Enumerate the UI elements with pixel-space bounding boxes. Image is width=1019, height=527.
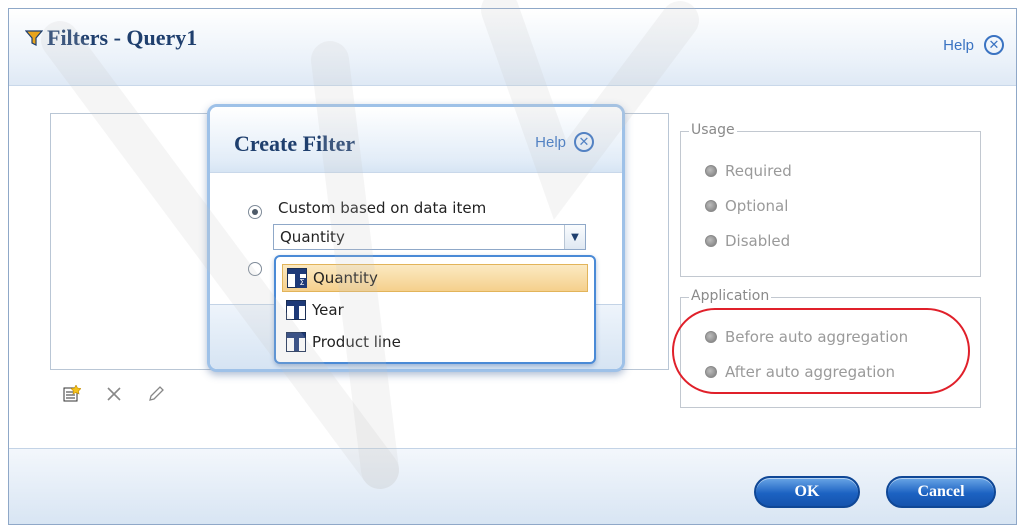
dropdown-item-label: Product line (312, 333, 401, 351)
usage-optional-option: Optional (705, 197, 788, 215)
measure-icon: Σ (287, 268, 307, 288)
dropdown-item-quantity[interactable]: Σ Quantity (282, 264, 588, 292)
dropdown-item-label: Quantity (313, 269, 378, 287)
ok-button[interactable]: OK (754, 476, 860, 508)
usage-group: Usage Required Optional Disabled (680, 122, 981, 277)
close-icon[interactable]: ✕ (984, 35, 1004, 55)
dropdown-item-year[interactable]: Year (282, 296, 588, 324)
cancel-button[interactable]: Cancel (886, 476, 996, 508)
data-item-select[interactable]: Quantity ▼ (273, 224, 586, 250)
column-icon (286, 332, 306, 352)
help-link[interactable]: Help (943, 37, 974, 54)
highlight-oval (672, 308, 970, 394)
filters-dialog-footer (9, 448, 1016, 524)
data-item-select-value: Quantity (280, 228, 345, 246)
filters-dialog-title: Filters - Query1 (47, 25, 198, 50)
custom-based-label: Custom based on data item (278, 199, 487, 217)
required-radio (705, 165, 717, 177)
other-filter-radio[interactable] (248, 262, 262, 276)
optional-radio (705, 200, 717, 212)
disabled-radio (705, 235, 717, 247)
dropdown-item-product-line[interactable]: Product line (282, 328, 588, 356)
usage-disabled-option: Disabled (705, 232, 790, 250)
chevron-down-icon[interactable]: ▼ (564, 225, 585, 249)
delete-icon[interactable] (104, 384, 124, 404)
filter-icon (25, 30, 43, 46)
dropdown-item-label: Year (312, 301, 344, 319)
filters-toolbar (62, 384, 166, 404)
close-icon[interactable]: ✕ (574, 132, 594, 152)
create-filter-title: Create Filter (234, 131, 356, 156)
new-filter-icon[interactable] (62, 384, 82, 404)
usage-optional-label: Optional (725, 197, 789, 215)
create-filter-help-link[interactable]: Help (535, 134, 566, 151)
create-filter-help-group: Help ✕ (535, 132, 594, 152)
filters-dialog-title-wrap: Filters - Query1 (25, 25, 197, 51)
create-filter-header: Create Filter Help ✕ (210, 107, 622, 173)
data-item-dropdown: Σ Quantity Year Product line (274, 255, 596, 364)
custom-radio[interactable] (248, 205, 262, 219)
edit-icon[interactable] (146, 384, 166, 404)
usage-required-label: Required (725, 162, 792, 180)
filters-dialog-header: Filters - Query1 Help ✕ (9, 9, 1016, 86)
usage-required-option: Required (705, 162, 792, 180)
usage-legend: Usage (689, 122, 737, 138)
filters-help-group: Help ✕ (943, 35, 1004, 55)
column-icon (286, 300, 306, 320)
application-legend: Application (689, 288, 772, 304)
usage-disabled-label: Disabled (725, 232, 791, 250)
